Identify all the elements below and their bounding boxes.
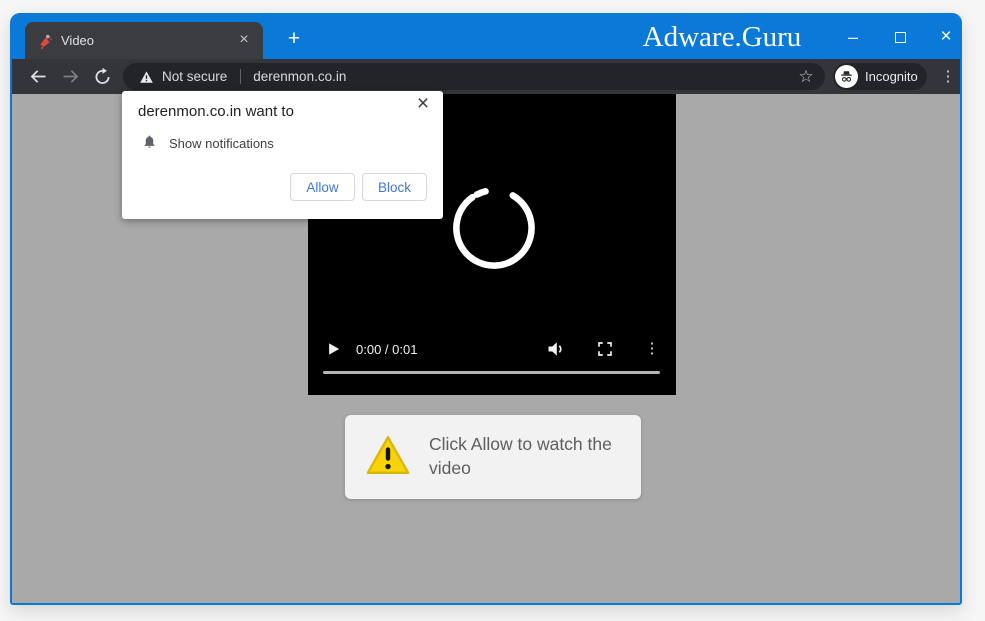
warning-triangle-icon bbox=[365, 434, 411, 477]
address-bar[interactable]: Not secure derenmon.co.in ☆ bbox=[123, 63, 825, 90]
prompt-origin-text: derenmon.co.in want to bbox=[138, 103, 294, 120]
fullscreen-icon[interactable] bbox=[596, 340, 614, 358]
window-maximize-button[interactable] bbox=[882, 15, 918, 59]
security-label[interactable]: Not secure bbox=[162, 69, 227, 84]
bell-icon bbox=[142, 134, 157, 149]
tab-favicon-megaphone-icon bbox=[37, 33, 53, 49]
reload-icon[interactable] bbox=[92, 66, 113, 87]
forward-icon[interactable] bbox=[60, 66, 81, 87]
notification-permission-prompt: × derenmon.co.in want to Show notificati… bbox=[122, 91, 443, 219]
prompt-close-icon[interactable]: × bbox=[412, 93, 434, 115]
allow-button[interactable]: Allow bbox=[290, 173, 355, 201]
incognito-avatar bbox=[835, 65, 858, 88]
loading-spinner-icon bbox=[447, 181, 541, 275]
not-secure-warning-icon bbox=[139, 70, 154, 84]
window-minimize-button[interactable]: – bbox=[835, 15, 871, 59]
play-button-icon[interactable] bbox=[326, 341, 341, 357]
bookmark-star-icon[interactable]: ☆ bbox=[795, 66, 817, 88]
video-menu-icon[interactable]: ⋮ bbox=[644, 337, 660, 361]
maximize-icon bbox=[895, 32, 906, 43]
browser-tab[interactable]: Video × bbox=[25, 22, 263, 59]
page-content: 0:00 / 0:01 ⋮ × derenmon.co.in want to S… bbox=[12, 94, 960, 603]
browser-window: Video × + Adware.Guru – × Not secure bbox=[10, 13, 962, 605]
title-bar: Video × + Adware.Guru – × bbox=[12, 15, 960, 59]
window-title: Adware.Guru bbox=[572, 15, 872, 59]
tab-close-icon[interactable]: × bbox=[235, 32, 253, 50]
browser-menu-icon[interactable]: ⋮ bbox=[937, 63, 959, 90]
overlay-message: Click Allow to watch the video bbox=[429, 432, 625, 480]
back-icon[interactable] bbox=[28, 66, 49, 87]
prompt-permission-text: Show notifications bbox=[169, 136, 274, 151]
block-button[interactable]: Block bbox=[362, 173, 427, 201]
video-progress-bar[interactable] bbox=[323, 371, 660, 374]
video-time-display: 0:00 / 0:01 bbox=[356, 342, 417, 357]
url-text[interactable]: derenmon.co.in bbox=[253, 69, 346, 84]
browser-toolbar: Not secure derenmon.co.in ☆ Incognito ⋮ bbox=[12, 59, 960, 94]
incognito-label: Incognito bbox=[865, 69, 918, 84]
incognito-badge: Incognito bbox=[833, 63, 927, 90]
omnibox-divider bbox=[240, 69, 241, 84]
tab-title: Video bbox=[61, 33, 235, 48]
volume-icon[interactable] bbox=[546, 339, 566, 359]
overlay-card: Click Allow to watch the video bbox=[345, 415, 641, 499]
window-close-button[interactable]: × bbox=[928, 15, 962, 59]
new-tab-button[interactable]: + bbox=[277, 24, 311, 54]
incognito-icon bbox=[839, 69, 854, 84]
